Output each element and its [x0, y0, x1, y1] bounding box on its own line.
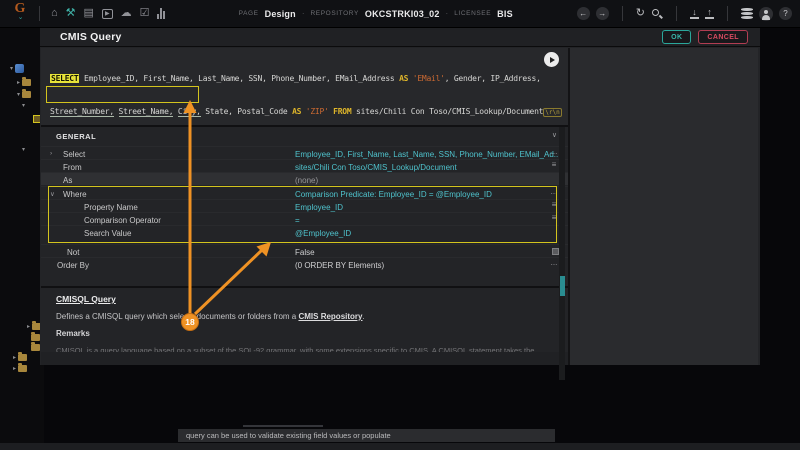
- collapse-icon[interactable]: ∨: [50, 190, 55, 198]
- chevron-down-icon[interactable]: ∨: [552, 131, 557, 139]
- divider: [243, 425, 323, 427]
- divider: [39, 6, 40, 21]
- expand-icon[interactable]: ›: [50, 150, 52, 157]
- tree-item[interactable]: ▾: [22, 147, 25, 153]
- tree-item[interactable]: [31, 344, 40, 351]
- licensee-label: LICENSEE: [454, 10, 491, 17]
- property-row-select[interactable]: › Select Employee_ID, First_Name, Last_N…: [41, 146, 568, 159]
- separator-dot: ·: [446, 9, 449, 18]
- repository-value[interactable]: OKCSTRKI03_02: [365, 9, 440, 19]
- help-panel: CMISQL Query Defines a CMISQL query whic…: [41, 286, 568, 352]
- refresh-icon[interactable]: ↻: [636, 8, 645, 19]
- folder-icon: [22, 91, 31, 98]
- section-header[interactable]: GENERAL ∨: [41, 127, 568, 145]
- property-grid: GENERAL ∨ › Select Employee_ID, First_Na…: [41, 127, 568, 284]
- folder-icon: [22, 79, 31, 86]
- application-window: G ⌄ ⌂ ⚒ ▤ ▶ ☁ ☑ PAGE Design · REPOSITORY…: [0, 0, 800, 450]
- tree-root-item[interactable]: ▾: [10, 64, 24, 73]
- database-stack-icon[interactable]: [741, 8, 753, 19]
- remarks-heading: Remarks: [56, 329, 90, 338]
- checkbox-icon[interactable]: [552, 248, 559, 255]
- repository-node-icon: [15, 64, 24, 73]
- bar-chart-icon[interactable]: [157, 8, 165, 19]
- navigation-tree: ▾ ▸ ▾ ▾ ▾ ▸ ▸ ▸: [0, 28, 44, 450]
- topbar-controls: ← → ↻ ↓ ↑ ?: [577, 6, 792, 21]
- help-heading: CMISQL Query: [56, 294, 116, 304]
- tree-item[interactable]: ▾: [22, 103, 25, 109]
- context-info: PAGE Design · REPOSITORY OKCSTRKI03_02 ·…: [239, 9, 513, 19]
- user-account-icon[interactable]: [759, 7, 773, 21]
- property-row-comparison-operator[interactable]: Comparison Operator = ≡: [41, 212, 568, 225]
- play-icon: [550, 57, 555, 63]
- property-row-from[interactable]: From sites/Chili Con Toso/CMIS_Lookup/Do…: [41, 159, 568, 172]
- folder-icon: [18, 354, 27, 361]
- property-row-search-value[interactable]: Search Value @Employee_ID: [41, 225, 568, 238]
- tree-item[interactable]: ▸: [13, 365, 27, 372]
- dialog-side-panel: [568, 48, 758, 365]
- scrollbar-thumb[interactable]: [560, 276, 565, 296]
- tree-item[interactable]: ▾: [17, 91, 31, 98]
- home-icon[interactable]: ⌂: [51, 8, 58, 19]
- query-line-2: Street_Number, Street_Name, City, State,…: [50, 106, 562, 118]
- folder-icon: [31, 334, 40, 341]
- scrollbar-track[interactable]: [559, 127, 565, 380]
- property-row-where[interactable]: ∨ Where Comparison Predicate: Employee_I…: [41, 186, 568, 199]
- separator-dot: ·: [302, 9, 305, 18]
- property-row-not[interactable]: Not False: [41, 244, 568, 257]
- tree-item[interactable]: ▸: [17, 79, 31, 86]
- divider: [676, 6, 677, 21]
- cmis-repository-link[interactable]: CMIS Repository: [298, 312, 362, 321]
- download-icon[interactable]: ↓: [690, 8, 699, 19]
- property-row-property-name[interactable]: Property Name Employee_ID ≡: [41, 199, 568, 212]
- whitespace-token: \r\n: [543, 108, 561, 117]
- property-row-order-by[interactable]: Order By (0 ORDER BY Elements) ...: [41, 257, 568, 270]
- cancel-button[interactable]: CANCEL: [698, 30, 748, 44]
- tooltip-bar: query can be used to validate existing f…: [178, 429, 555, 442]
- upload-cloud-icon[interactable]: ☁: [121, 8, 132, 19]
- page-label: PAGE: [239, 10, 259, 17]
- search-icon[interactable]: [651, 8, 663, 20]
- clipboard-icon[interactable]: ☑: [140, 8, 150, 19]
- logo-chevron-icon: ⌄: [18, 14, 23, 21]
- back-icon[interactable]: ←: [577, 7, 590, 20]
- help-description: Defines a CMISQL query which selects doc…: [56, 312, 365, 321]
- bottom-band: [0, 443, 800, 450]
- upload-icon[interactable]: ↑: [705, 8, 714, 19]
- divider: [622, 6, 623, 21]
- topbar: G ⌄ ⌂ ⚒ ▤ ▶ ☁ ☑ PAGE Design · REPOSITORY…: [0, 0, 800, 28]
- help-icon[interactable]: ?: [779, 7, 792, 20]
- app-logo[interactable]: G ⌄: [8, 2, 32, 26]
- licensee-value[interactable]: BIS: [497, 9, 513, 19]
- cmis-query-dialog: CMIS Query OK CANCEL SELECT Employee_ID,…: [40, 28, 760, 365]
- property-row-as[interactable]: As (none): [41, 172, 568, 185]
- tree-item[interactable]: ▸: [13, 354, 27, 361]
- query-editor[interactable]: SELECT Employee_ID, First_Name, Last_Nam…: [41, 48, 568, 127]
- folder-icon: [18, 365, 27, 372]
- folder-icon: [31, 344, 40, 351]
- section-label: GENERAL: [56, 132, 96, 141]
- query-line-1: SELECT Employee_ID, First_Name, Last_Nam…: [50, 73, 562, 84]
- dialog-title: CMIS Query: [60, 31, 122, 43]
- panel-footer-strip: [41, 352, 568, 365]
- tree-item[interactable]: ▸: [27, 323, 41, 330]
- archive-icon[interactable]: ▤: [84, 8, 94, 19]
- forward-icon[interactable]: →: [596, 7, 609, 20]
- page-value[interactable]: Design: [265, 9, 296, 19]
- run-query-button[interactable]: [544, 52, 559, 67]
- tree-item[interactable]: [31, 334, 40, 341]
- repository-label: REPOSITORY: [311, 10, 359, 17]
- run-icon[interactable]: ▶: [102, 9, 113, 19]
- ok-button[interactable]: OK: [662, 30, 691, 44]
- dialog-header: CMIS Query OK CANCEL: [40, 28, 760, 47]
- tools-icon[interactable]: ⚒: [66, 8, 76, 19]
- divider: [727, 6, 728, 21]
